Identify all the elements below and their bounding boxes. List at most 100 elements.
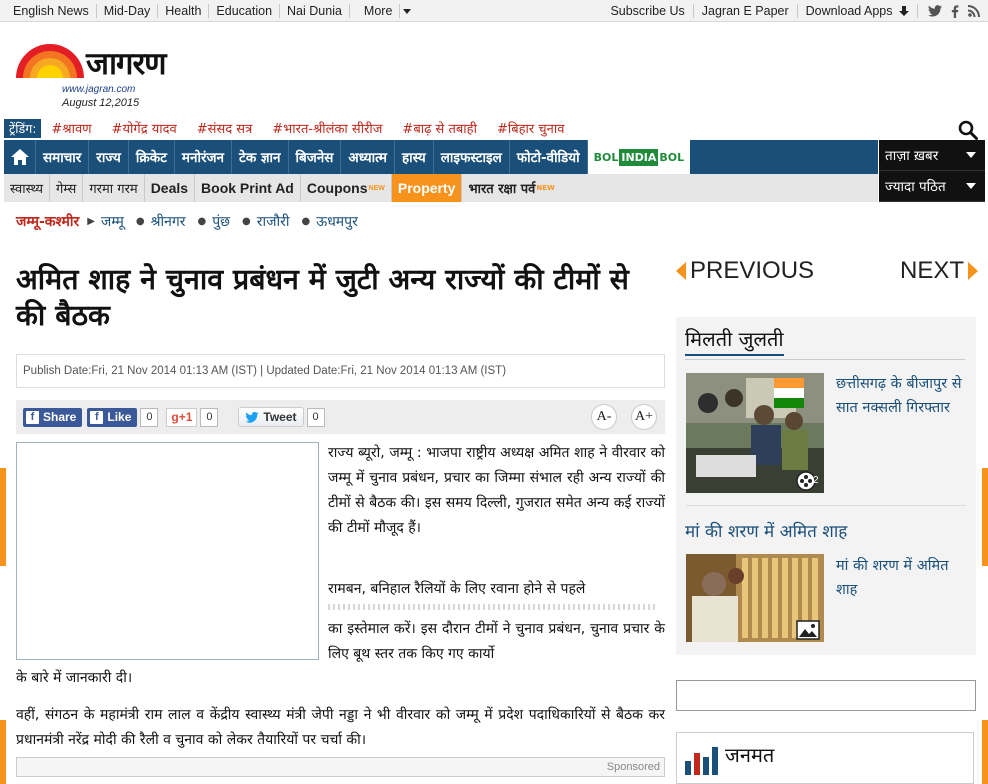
subnav-garma-garam[interactable]: गरमा गरम: [83, 174, 145, 202]
trending-tag[interactable]: #योगेंद्र यादव: [112, 119, 177, 137]
link-nai-dunia[interactable]: Nai Dunia: [280, 4, 350, 18]
text-obscured-line: [328, 604, 658, 610]
breadcrumb-city[interactable]: जम्मू: [101, 212, 124, 231]
gplus-button[interactable]: g+1: [166, 407, 198, 427]
arrow-left-icon: [676, 262, 686, 280]
nav-lifestyle[interactable]: लाइफस्टाइल: [434, 140, 510, 174]
more-menu[interactable]: More: [350, 4, 418, 18]
breadcrumb-city[interactable]: ऊधमपुर: [316, 212, 358, 231]
bullet-icon: ●: [135, 216, 145, 227]
subnav-book-print-ad[interactable]: Book Print Ad: [195, 174, 301, 202]
trending-tag[interactable]: #भारत-श्रीलंका सीरीज: [272, 119, 382, 137]
rss-icon[interactable]: [968, 5, 980, 17]
related-thumbnail-1[interactable]: 2: [686, 373, 824, 493]
most-read-dropdown[interactable]: ज्यादा पठित: [879, 171, 985, 202]
sponsored-bar: Sponsored: [16, 757, 665, 777]
subscribe-link[interactable]: Subscribe Us: [602, 4, 694, 18]
trending-bar: ट्रेंडिंग: #श्रावण #योगेंद्र यादव #संसद …: [4, 118, 584, 138]
nav-photo-video[interactable]: फोटो-वीडियो: [510, 140, 588, 174]
nav-tech-gyan[interactable]: टेक ज्ञान: [232, 140, 289, 174]
related-item-2-title[interactable]: मां की शरण में अमित शाह: [836, 554, 964, 602]
sub-navigation: स्वास्थ्य गेम्स गरमा गरम Deals Book Prin…: [4, 174, 878, 202]
publish-date: Publish Date:Fri, 21 Nov 2014 01:13 AM (…: [16, 354, 665, 388]
article-headline: अमित शाह ने चुनाव प्रबंधन में जुटी अन्य …: [16, 263, 629, 332]
tweet-button[interactable]: Tweet: [238, 407, 304, 427]
link-english-news[interactable]: English News: [6, 4, 97, 18]
photo-icon: [796, 620, 820, 640]
previous-button[interactable]: PREVIOUS: [676, 257, 814, 285]
bullet-icon: ●: [242, 216, 251, 227]
article-paragraph-2c: के बारे में जानकारी दी।: [16, 670, 133, 686]
subnav-coupons[interactable]: Coupons NEW: [301, 174, 392, 202]
nav-rajya[interactable]: राज्य: [89, 140, 129, 174]
share-label: Share: [43, 410, 77, 424]
trending-tag[interactable]: #संसद सत्र: [197, 119, 252, 137]
latest-news-dropdown[interactable]: ताज़ा ख़बर: [879, 140, 985, 171]
like-label: Like: [107, 410, 132, 424]
trending-tag[interactable]: #बाढ़ से तबाही: [402, 119, 477, 137]
link-education[interactable]: Education: [209, 4, 281, 18]
breadcrumb-city[interactable]: श्रीनगर: [151, 212, 186, 231]
previous-label: PREVIOUS: [690, 257, 815, 284]
related-item-1-title[interactable]: छत्तीसगढ़ के बीजापुर से सात नक्सली गिरफ्…: [836, 372, 964, 420]
bolindia-part: BOL: [593, 150, 619, 164]
nav-cricket[interactable]: क्रिकेट: [129, 140, 175, 174]
nav-manoranjan[interactable]: मनोरंजन: [175, 140, 233, 174]
more-label: More: [356, 4, 401, 18]
sidebar-widget-box[interactable]: [676, 680, 976, 711]
breadcrumb-city[interactable]: राजौरी: [257, 212, 290, 231]
breadcrumb-arrow-icon: ▶: [87, 216, 95, 227]
trending-tag[interactable]: #श्रावण: [51, 119, 91, 137]
subnav-swasthya[interactable]: स्वास्थ्य: [4, 174, 51, 202]
article-paragraph-2b: का इस्तेमाल करें। इस दौरान टीमों ने चुना…: [328, 621, 665, 662]
next-button[interactable]: NEXT: [900, 257, 978, 285]
jagran-logo[interactable]: जागरण www.jagran.com August 12,2015: [16, 38, 216, 110]
nav-adhyatm[interactable]: अध्यात्म: [341, 140, 395, 174]
subnav-deals[interactable]: Deals: [145, 174, 196, 202]
download-apps-link[interactable]: Download Apps: [798, 4, 918, 18]
download-arrow-icon: [899, 6, 909, 16]
logo-wordmark: जागरण: [86, 46, 167, 82]
poll-chart-icon: [685, 747, 718, 775]
article-paragraph: वहीं, संगठन के महामंत्री राम लाल व केंद्…: [16, 707, 665, 748]
right-accent-strip-lower: [982, 720, 988, 784]
bullet-icon: ●: [197, 216, 207, 227]
subnav-property[interactable]: Property: [391, 174, 463, 202]
trending-tag[interactable]: #बिहार चुनाव: [497, 119, 564, 137]
subnav-bharat-raksha[interactable]: भारत रक्षा पर्व NEW: [462, 174, 560, 202]
nav-hasya[interactable]: हास्य: [395, 140, 434, 174]
bolindiabol-link[interactable]: BOL INDIA BOL: [587, 140, 691, 174]
facebook-icon[interactable]: [951, 4, 959, 18]
facebook-like-button[interactable]: f Like: [87, 407, 138, 427]
new-badge: NEW: [368, 184, 385, 192]
search-icon[interactable]: [958, 120, 978, 140]
home-button[interactable]: [4, 140, 36, 174]
top-utility-bar: English News Mid-Day Health Education Na…: [0, 0, 988, 22]
nav-samachar[interactable]: समाचार: [36, 140, 90, 174]
breadcrumb-state[interactable]: जम्मू-कश्मीर: [16, 212, 79, 231]
related-title-divider: [685, 359, 965, 360]
poll-widget: जनमत: [676, 732, 974, 784]
new-badge: NEW: [536, 184, 555, 192]
caret-down-icon: [966, 183, 976, 189]
left-accent-strip-lower: [0, 720, 6, 784]
caret-down-icon: [966, 152, 976, 158]
poll-title: जनमत: [725, 743, 775, 767]
font-increase-button[interactable]: A+: [631, 404, 657, 430]
article-paragraph-2a: रामबन, बनिहाल रैलियों के लिए रवाना होने …: [328, 581, 586, 597]
breadcrumb-city[interactable]: पुंछ: [212, 212, 230, 231]
twitter-icon[interactable]: [928, 5, 942, 17]
link-health[interactable]: Health: [158, 4, 210, 18]
link-mid-day[interactable]: Mid-Day: [97, 4, 159, 18]
font-decrease-button[interactable]: A-: [591, 404, 617, 430]
facebook-share-button[interactable]: f Share: [23, 407, 83, 427]
facebook-icon: f: [90, 410, 104, 424]
nav-business[interactable]: बिजनेस: [289, 140, 342, 174]
related-item-2-heading[interactable]: मां की शरण में अमित शाह: [685, 519, 847, 542]
related-thumbnail-2[interactable]: [686, 554, 824, 642]
network-links: English News Mid-Day Health Education Na…: [6, 0, 418, 22]
sponsored-label: Sponsored: [606, 761, 660, 773]
epaper-link[interactable]: Jagran E Paper: [694, 4, 798, 18]
logo-url: www.jagran.com: [62, 84, 136, 95]
subnav-games[interactable]: गेम्स: [50, 174, 84, 202]
